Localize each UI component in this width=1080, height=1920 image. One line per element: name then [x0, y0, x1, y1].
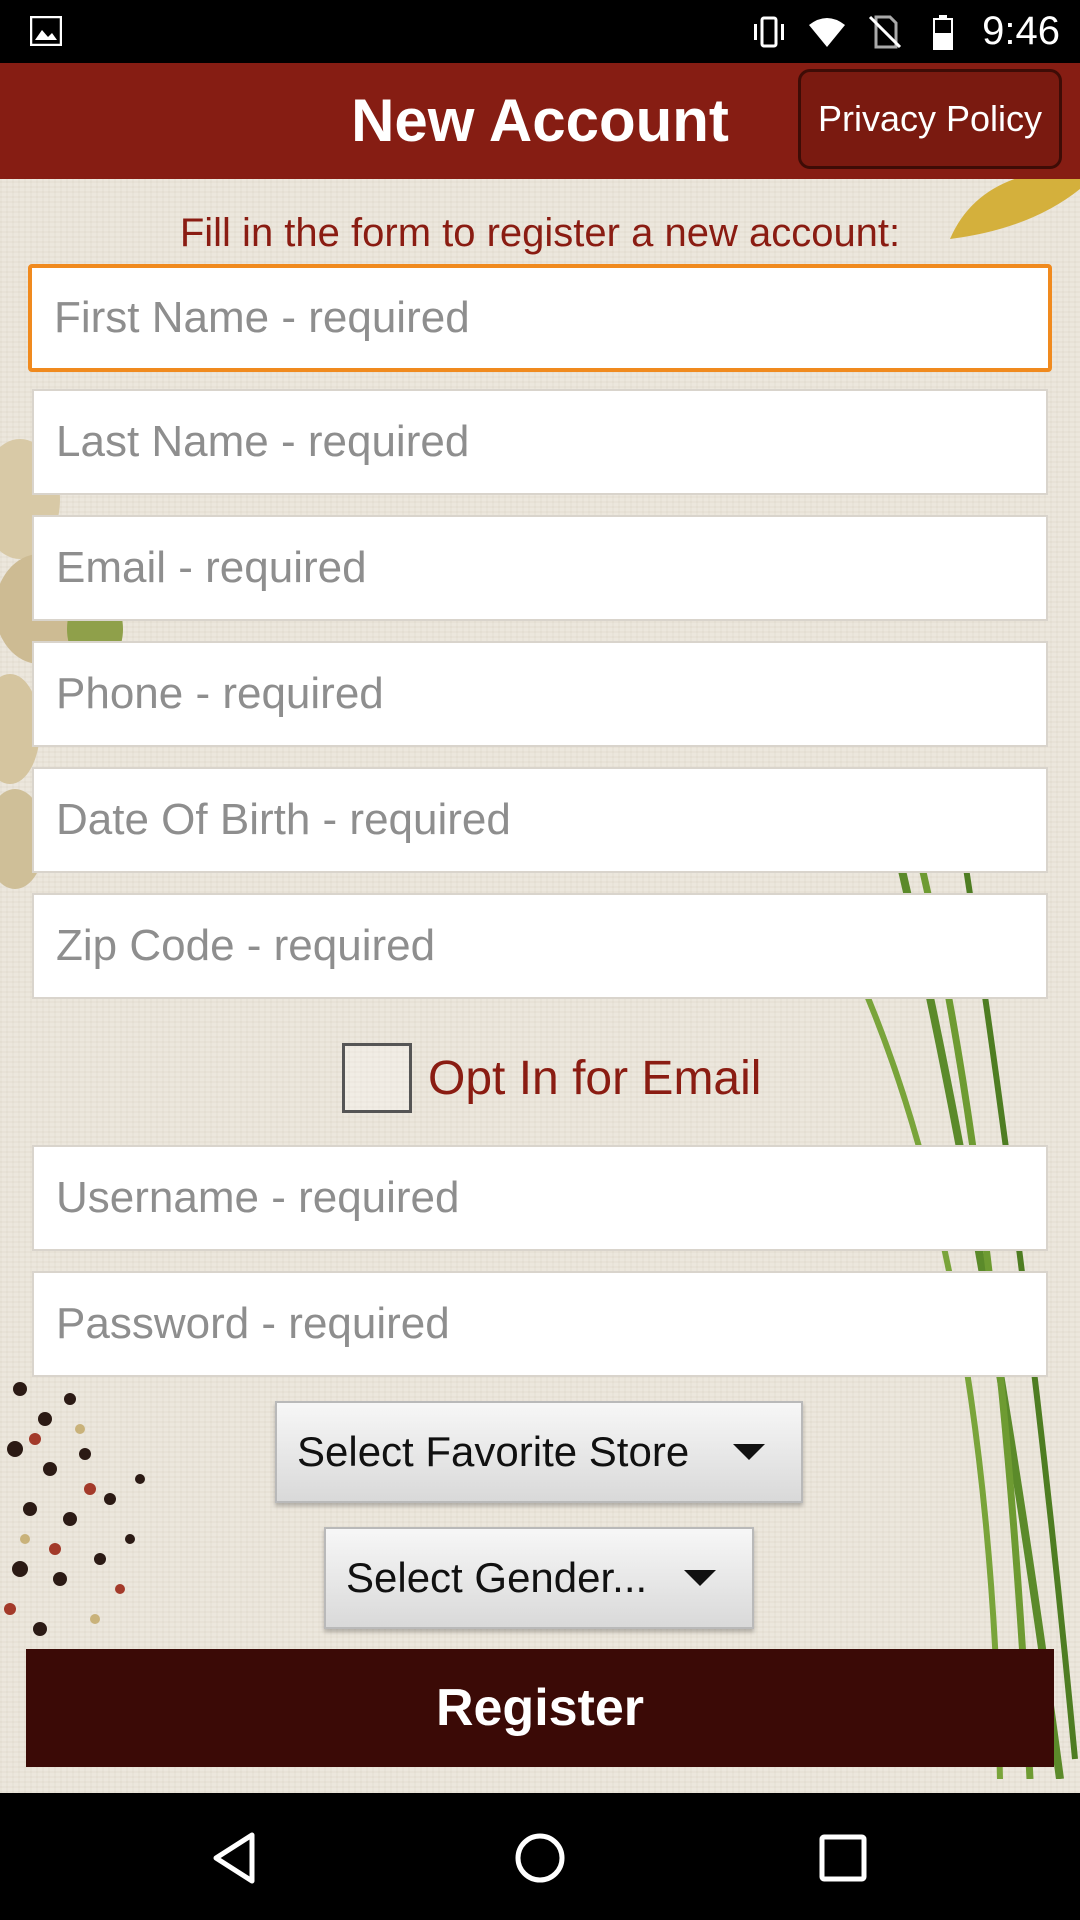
chevron-down-icon: [684, 1570, 716, 1586]
email-field[interactable]: [32, 515, 1048, 621]
no-sim-icon: [869, 15, 902, 48]
decorative-peppercorns: [4, 1382, 145, 1636]
password-field[interactable]: [32, 1271, 1048, 1377]
opt-in-row: Opt In for Email: [0, 1043, 1080, 1117]
favorite-store-select[interactable]: Select Favorite Store: [275, 1401, 803, 1503]
username-field[interactable]: [32, 1145, 1048, 1251]
gender-select[interactable]: Select Gender...: [324, 1527, 754, 1629]
home-icon[interactable]: [505, 1823, 575, 1893]
privacy-policy-button[interactable]: Privacy Policy: [798, 69, 1062, 169]
status-icons: 9:46: [750, 0, 1060, 63]
status-bar: 9:46: [0, 0, 1080, 63]
last-name-field[interactable]: [32, 389, 1048, 495]
opt-in-label[interactable]: Opt In for Email: [428, 1051, 761, 1106]
wifi-icon: [809, 17, 846, 47]
back-icon[interactable]: [202, 1823, 272, 1893]
first-name-field[interactable]: [28, 264, 1052, 372]
clock: 9:46: [982, 9, 1060, 53]
navigation-bar: [0, 1793, 1080, 1920]
vibrate-icon: [754, 16, 785, 47]
battery-icon: [933, 14, 954, 50]
opt-in-checkbox[interactable]: [342, 1043, 412, 1113]
register-button[interactable]: Register: [26, 1649, 1054, 1767]
image-notification-icon: [30, 16, 62, 46]
phone-field[interactable]: [32, 641, 1048, 747]
chevron-down-icon: [733, 1444, 765, 1460]
favorite-store-label: Select Favorite Store: [297, 1428, 690, 1475]
registration-form: Fill in the form to register a new accou…: [0, 179, 1080, 1793]
recents-icon[interactable]: [808, 1823, 878, 1893]
form-instructions: Fill in the form to register a new accou…: [179, 211, 901, 255]
date-of-birth-field[interactable]: [32, 767, 1048, 873]
zip-code-field[interactable]: [32, 893, 1048, 999]
app-bar: New Account Privacy Policy: [0, 63, 1080, 179]
gender-label: Select Gender...: [346, 1554, 648, 1601]
